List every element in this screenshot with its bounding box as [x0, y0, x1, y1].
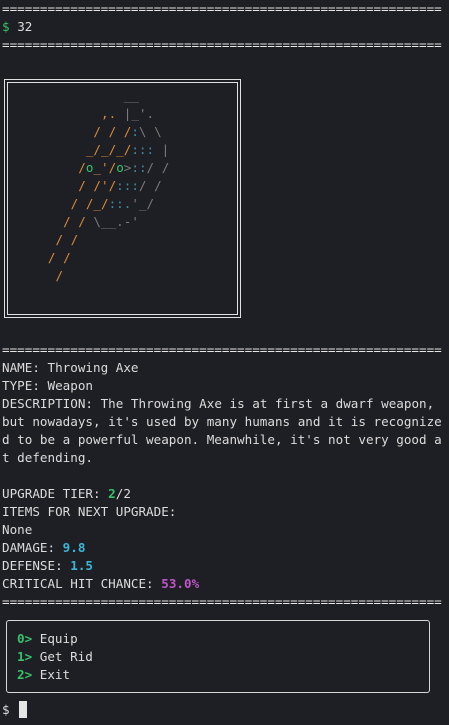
prompt-symbol: $ — [2, 19, 10, 34]
command-line: $ 32 — [2, 18, 32, 36]
top-rule: ========================================… — [2, 1, 442, 16]
menu-key-get-rid: 1> — [17, 649, 33, 664]
damage-row: DAMAGE: 9.8 — [2, 539, 85, 557]
upgrade-tier-current: 2 — [108, 486, 116, 501]
menu-label-get-rid: Get Rid — [39, 649, 93, 664]
item-art-frame: __ ,. |_'. / / /:\ \ _/_/_/::: | /o_'/o>… — [4, 79, 241, 318]
upgrade-tier-label: UPGRADE TIER: — [2, 486, 101, 501]
text-cursor — [19, 701, 28, 718]
description-block: DESCRIPTION: The Throwing Axe is at firs… — [2, 395, 442, 467]
damage-label: DAMAGE: — [2, 540, 56, 555]
defense-row: DEFENSE: 1.5 — [2, 557, 93, 575]
upgrade-tier-max: /2 — [115, 486, 131, 501]
next-upgrade-label: ITEMS FOR NEXT UPGRADE: — [2, 504, 177, 519]
crit-value: 53.0% — [161, 576, 200, 591]
crit-label: CRITICAL HIT CHANCE: — [2, 576, 154, 591]
item-name: Throwing Axe — [47, 360, 139, 375]
description-label: DESCRIPTION: — [2, 396, 93, 411]
menu-item-exit[interactable]: 2> Exit — [17, 666, 70, 684]
name-row: NAME: Throwing Axe — [2, 359, 139, 377]
upgrade-tier-row: UPGRADE TIER: 2/2 — [2, 485, 131, 503]
command-text: 32 — [17, 19, 33, 34]
menu-item-equip[interactable]: 0> Equip — [17, 630, 78, 648]
header-rule: ========================================… — [2, 37, 442, 52]
defense-label: DEFENSE: — [2, 558, 63, 573]
crit-row: CRITICAL HIT CHANCE: 53.0% — [2, 575, 199, 593]
action-menu: 0> Equip 1> Get Rid 2> Exit — [6, 620, 430, 693]
next-upgrade-items: None — [2, 522, 33, 537]
details-top-rule: ========================================… — [2, 342, 442, 357]
type-row: TYPE: Weapon — [2, 377, 93, 395]
input-prompt-symbol: $ — [2, 702, 10, 717]
throwing-axe-ascii-art: __ ,. |_'. / / /:\ \ _/_/_/::: | /o_'/o>… — [47, 88, 170, 283]
menu-key-exit: 2> — [17, 667, 33, 682]
menu-key-equip: 0> — [17, 631, 33, 646]
menu-label-equip: Equip — [39, 631, 78, 646]
input-prompt[interactable]: $ — [2, 701, 28, 719]
item-art-inner-border: __ ,. |_'. / / /:\ \ _/_/_/::: | /o_'/o>… — [7, 82, 238, 315]
menu-item-get-rid[interactable]: 1> Get Rid — [17, 648, 93, 666]
details-bottom-rule: ========================================… — [2, 594, 442, 609]
type-label: TYPE: — [2, 378, 40, 393]
damage-value: 9.8 — [62, 540, 86, 555]
name-label: NAME: — [2, 360, 40, 375]
item-type: Weapon — [47, 378, 94, 393]
menu-label-exit: Exit — [39, 667, 71, 682]
defense-value: 1.5 — [70, 558, 94, 573]
